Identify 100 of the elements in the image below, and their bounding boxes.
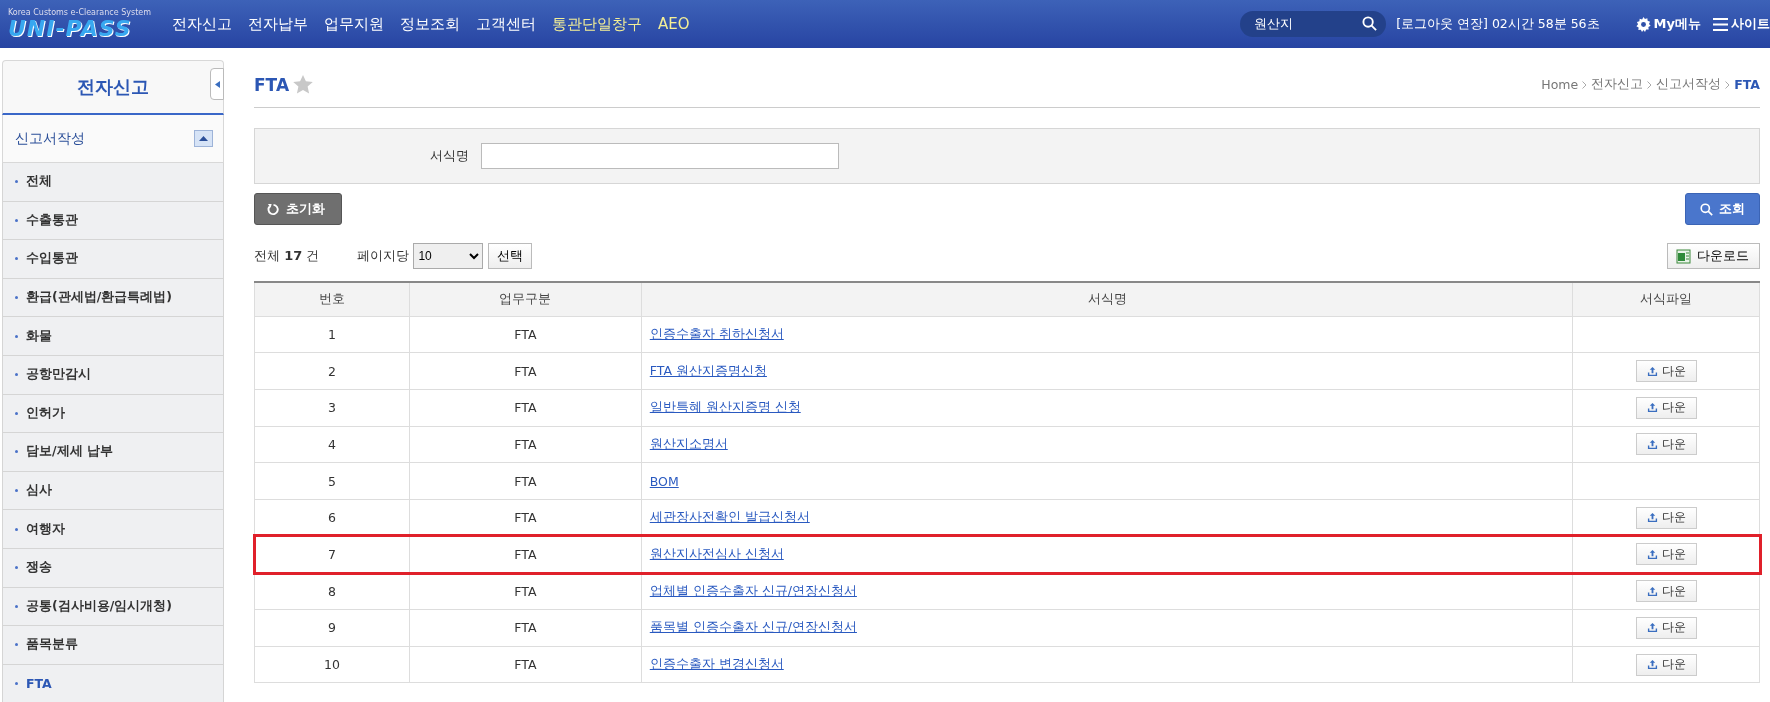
sidebar-item[interactable]: 공항만감시	[2, 355, 224, 395]
my-menu-link[interactable]: My메뉴	[1635, 15, 1701, 33]
breadcrumb-item[interactable]: 전자신고	[1591, 76, 1644, 93]
toggle-button[interactable]	[194, 130, 213, 147]
sidebar-item[interactable]: FTA	[2, 664, 224, 702]
caret-icon	[199, 136, 208, 141]
sidebar-section[interactable]: 신고서작성	[2, 115, 224, 163]
table-cell: FTA	[409, 426, 642, 463]
nav-item[interactable]: 전자납부	[248, 14, 308, 34]
file-download-button[interactable]: 다운	[1635, 580, 1697, 603]
form-link[interactable]: 일반특혜 원산지증명 신청	[649, 399, 801, 415]
menu-icon	[1713, 17, 1728, 31]
breadcrumb-item[interactable]: Home	[1541, 77, 1579, 92]
page-title: FTA	[254, 74, 290, 95]
form-link[interactable]: 업체별 인증수출자 신규/연장신청서	[649, 582, 857, 598]
nav-item[interactable]: 전자신고	[172, 14, 232, 34]
form-link[interactable]: 원산지사전심사 신청서	[649, 545, 784, 561]
per-page-label: 페이지당	[357, 247, 410, 265]
refresh-icon	[267, 202, 280, 216]
column-header: 서식파일	[1572, 282, 1760, 316]
file-download-button[interactable]: 다운	[1635, 616, 1697, 639]
sidebar-item[interactable]: 수출통관	[2, 201, 224, 241]
breadcrumb-item[interactable]: FTA	[1734, 77, 1760, 92]
sidebar-item[interactable]: 심사	[2, 471, 224, 511]
form-link[interactable]: 원산지소명서	[649, 435, 728, 451]
sidebar-item[interactable]: 쟁송	[2, 548, 224, 588]
table-cell: FTA	[409, 389, 642, 427]
star-icon[interactable]	[293, 75, 314, 94]
table-cell: 9	[254, 609, 410, 647]
sidebar-title: 전자신고	[77, 75, 149, 99]
sidebar-item[interactable]: 수입통관	[2, 240, 224, 279]
table-cell: 2	[254, 352, 410, 390]
logo-caption: Korea Customs e-Clearance System	[8, 7, 152, 17]
form-link[interactable]: 품목별 인증수출자 신규/연장신청서	[649, 619, 857, 635]
nav-item[interactable]: 정보조회	[400, 14, 460, 34]
input-field[interactable]	[481, 143, 839, 169]
nav-item[interactable]: 통관단일창구	[552, 14, 642, 34]
upload-icon	[1646, 512, 1658, 524]
upload-icon	[1646, 548, 1658, 560]
search-icon[interactable]	[1362, 16, 1378, 31]
table-cell: FTA	[409, 572, 642, 610]
form-link[interactable]: FTA 원산지증명신청	[649, 362, 767, 378]
breadcrumb-item[interactable]: 신고서작성	[1656, 76, 1722, 93]
table-cell: 10	[254, 646, 410, 683]
table-cell: 1	[254, 316, 410, 353]
section-title: 신고서작성	[15, 129, 85, 148]
per-page-select[interactable]: 10	[413, 243, 484, 269]
upload-icon	[1646, 438, 1658, 450]
table-cell: FTA	[409, 316, 642, 353]
nav-item[interactable]: 고객센터	[476, 14, 536, 34]
file-download-button[interactable]: 다운	[1635, 543, 1697, 566]
sidebar-item[interactable]: 여행자	[2, 510, 224, 549]
sidebar-item[interactable]: 환급(관세법/환급특례법)	[2, 278, 224, 318]
form-link[interactable]: BOM	[649, 473, 679, 489]
table-cell: 4	[254, 426, 410, 463]
chevron-icon	[1725, 80, 1731, 89]
field-label: 서식명	[430, 147, 469, 165]
sidebar-item[interactable]: 공통(검사비용/임시개청)	[2, 587, 224, 627]
table-cell: 3	[254, 389, 410, 427]
file-download-button[interactable]: 다운	[1635, 653, 1697, 676]
total-count: 전체 17 건	[254, 247, 320, 265]
column-header: 번호	[254, 282, 410, 316]
upload-icon	[1646, 659, 1658, 671]
caret-icon	[214, 80, 220, 88]
spreadsheet-icon	[1676, 248, 1691, 264]
file-download-button[interactable]: 다운	[1635, 506, 1697, 529]
form-link[interactable]: 인증수출자 변경신청서	[649, 656, 784, 672]
sidebar-item[interactable]: 전체	[2, 163, 224, 202]
session-timer[interactable]: [로그아웃 연장] 02시간 58분 56초	[1396, 15, 1600, 33]
column-header: 서식명	[641, 282, 1573, 316]
search-icon	[1700, 202, 1713, 216]
sitemap-link[interactable]: 사이트	[1713, 15, 1770, 33]
file-download-button[interactable]: 다운	[1635, 433, 1697, 456]
search-button[interactable]: 조회	[1685, 193, 1760, 225]
file-download-button[interactable]: 다운	[1635, 360, 1697, 383]
download-button[interactable]: 다운로드	[1667, 243, 1760, 269]
sidebar-item[interactable]: 담보/제세 납부	[2, 433, 224, 472]
upload-icon	[1646, 585, 1658, 597]
nav-item[interactable]: 업무지원	[324, 14, 384, 34]
sidebar-item[interactable]: 화물	[2, 317, 224, 356]
upload-icon	[1646, 402, 1658, 414]
chevron-icon	[1582, 80, 1588, 89]
file-download-button[interactable]: 다운	[1635, 396, 1697, 419]
form-link[interactable]: 인증수출자 취하신청서	[649, 325, 784, 341]
reset-button[interactable]: 초기화	[254, 193, 342, 225]
table-cell: 8	[254, 572, 410, 610]
nav-item[interactable]: AEO	[658, 14, 690, 34]
search-field[interactable]: 원산지	[1240, 11, 1387, 37]
gear-icon	[1635, 16, 1651, 32]
form-link[interactable]: 세관장사전확인 발급신청서	[649, 509, 810, 525]
sidebar-item[interactable]: 인허가	[2, 394, 224, 434]
table-cell: FTA	[409, 462, 642, 500]
collapse-button[interactable]	[210, 68, 224, 100]
apply-button[interactable]: 선택	[488, 243, 533, 269]
upload-icon	[1646, 365, 1658, 377]
table-cell: FTA	[409, 352, 642, 390]
chevron-icon	[1647, 80, 1653, 89]
sidebar-item[interactable]: 품목분류	[2, 626, 224, 665]
table-cell: FTA	[409, 609, 642, 647]
table-cell: 6	[254, 499, 410, 537]
